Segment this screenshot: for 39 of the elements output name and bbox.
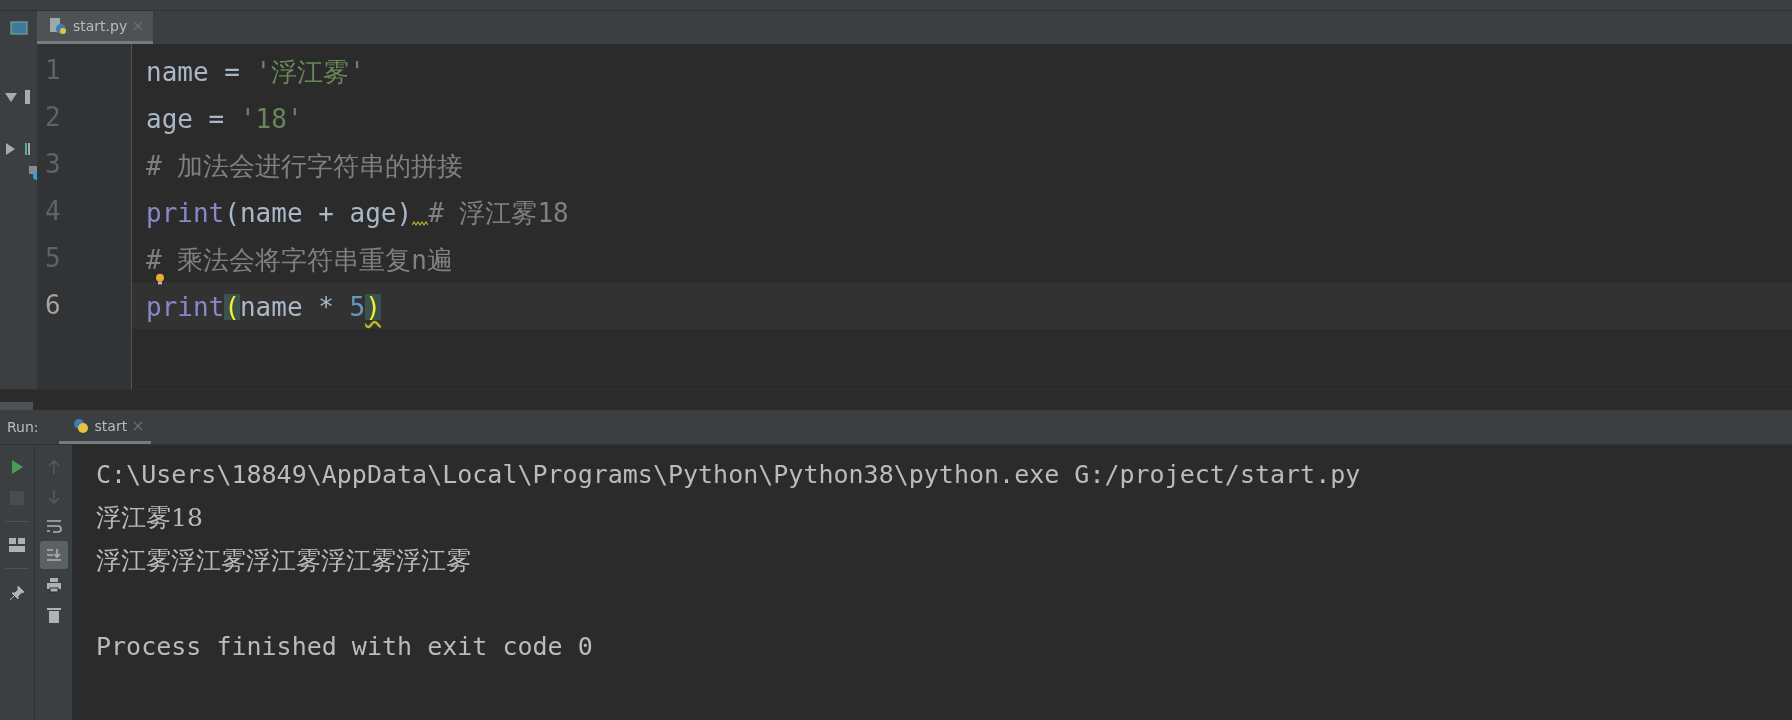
code-token: 5 (349, 293, 366, 320)
project-window-icon[interactable] (9, 20, 28, 35)
code-token: '18' (239, 105, 303, 132)
console-output-line: 浮江雾浮江雾浮江雾浮江雾浮江雾 (96, 545, 472, 577)
python-file-icon (49, 17, 67, 35)
code-token: # 浮江雾18 (428, 199, 569, 226)
tree-arrow-icon[interactable] (4, 90, 30, 106)
soft-wrap-icon[interactable] (45, 519, 62, 533)
python-icon (72, 417, 89, 434)
close-icon[interactable] (133, 420, 144, 431)
run-label: Run: (7, 419, 39, 435)
code-token: ( (224, 293, 240, 320)
lightbulb-icon[interactable] (155, 273, 165, 285)
code-token: ) (365, 293, 381, 320)
scrollbar-thumb[interactable] (0, 402, 33, 410)
run-icon[interactable] (9, 459, 25, 475)
code-token: # 加法会进行字符串的拼接 (146, 152, 464, 179)
run-tab[interactable]: start (58, 410, 152, 444)
console-output-line: C:\Users\18849\AppData\Local\Programs\Python\Python38\python.exe G:/project/start.py (96, 459, 1362, 491)
code-token: name = (146, 58, 241, 85)
print-icon[interactable] (45, 577, 62, 593)
console-icon[interactable] (29, 166, 37, 180)
code-token: age = (146, 105, 226, 132)
code-token: '浮江雾' (255, 58, 365, 85)
console-output-line: 浮江雾18 (96, 502, 204, 534)
layout-icon[interactable] (9, 538, 25, 552)
code-token: # 乘法会将字符串重复n遍 (146, 246, 453, 273)
scroll-to-end-button[interactable] (39, 541, 68, 569)
code-token: print (146, 293, 225, 320)
line-number: 6 (44, 289, 62, 322)
tree-arrow-icon[interactable] (4, 141, 30, 157)
editor-tab[interactable]: start.py (37, 11, 154, 44)
scroll-to-end-icon (45, 548, 62, 562)
trash-icon[interactable] (46, 607, 61, 623)
code-token: (name + age) (224, 199, 413, 226)
code-token: name * (239, 293, 335, 320)
code-token: print (146, 199, 225, 226)
console-output-line: Process finished with exit code 0 (96, 631, 594, 663)
pin-icon[interactable] (9, 585, 25, 601)
